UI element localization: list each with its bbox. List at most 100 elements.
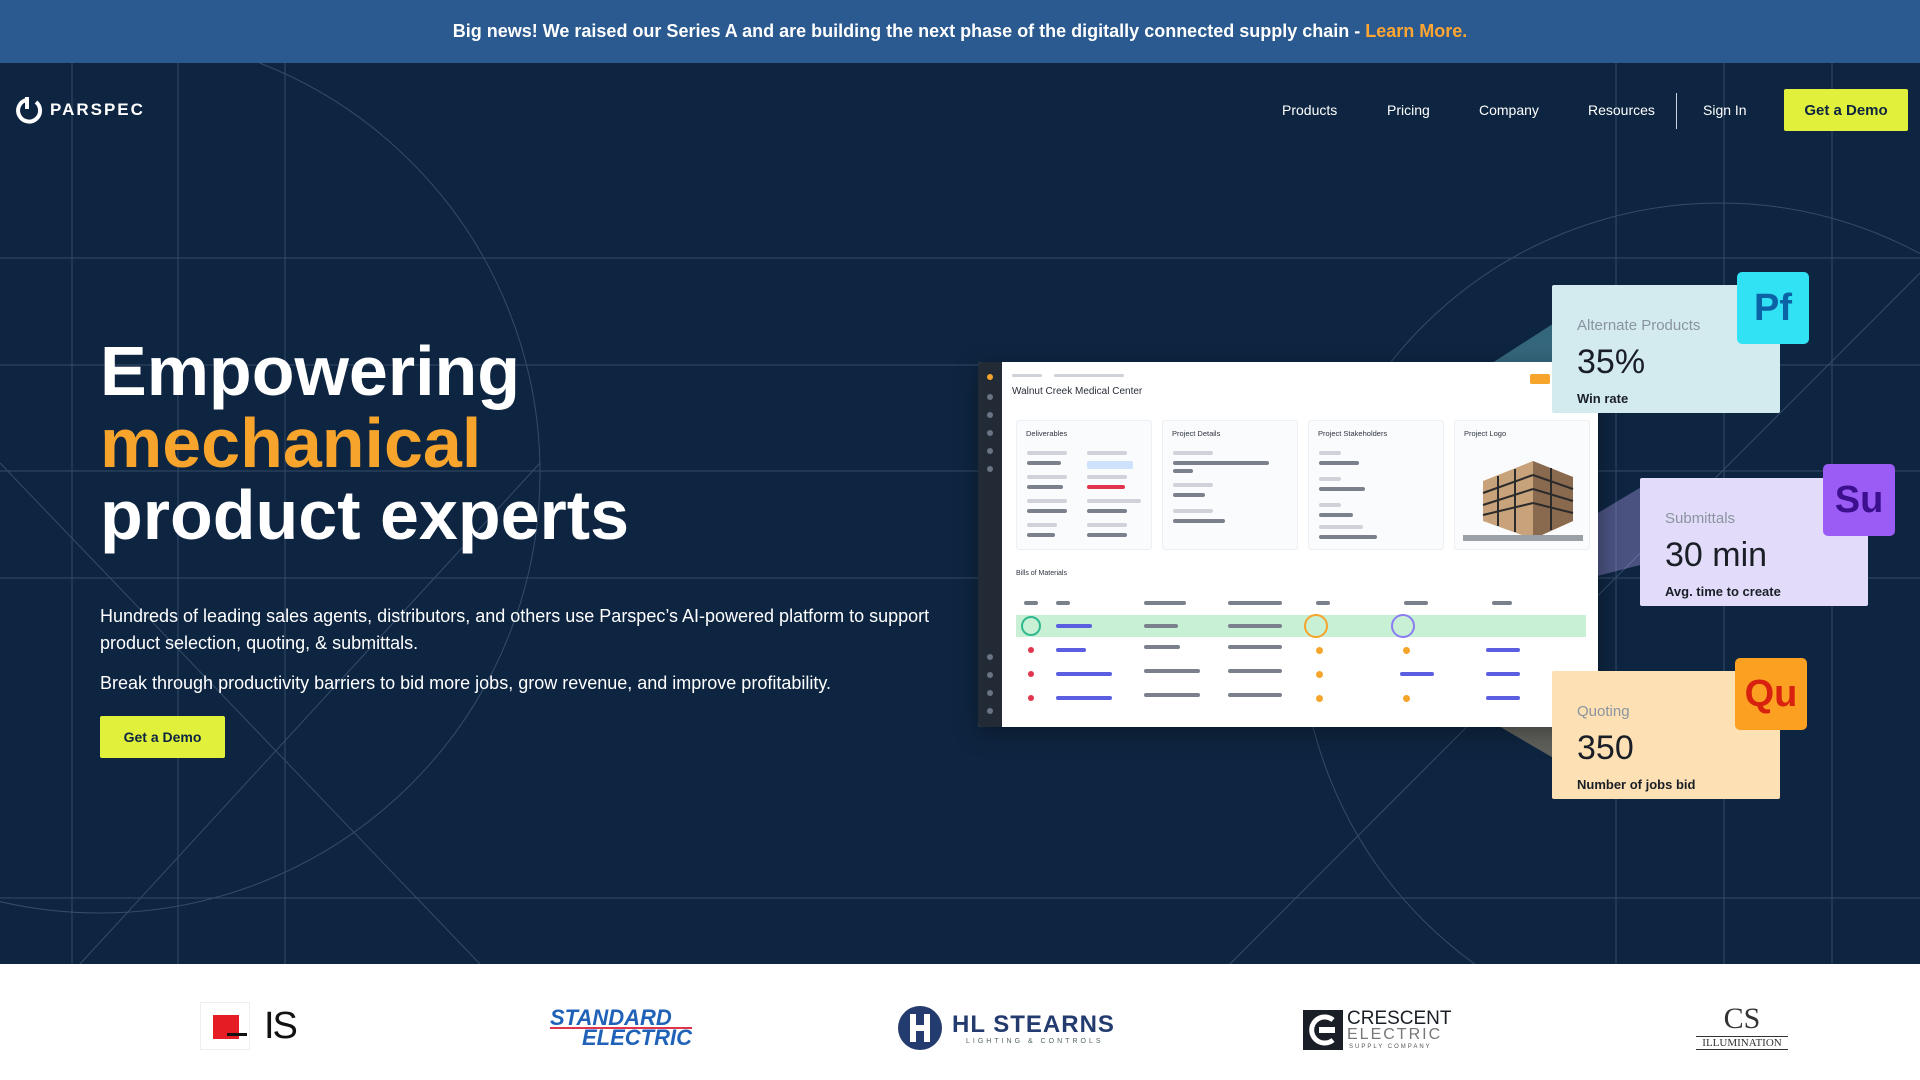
dashboard-preview: Walnut Creek Medical Center Deliverables… (978, 362, 1598, 727)
standard-electric-logo: STANDARD ELECTRIC (550, 1007, 692, 1050)
placeholder-bar (1087, 523, 1127, 527)
beam-overlay (1088, 318, 1648, 763)
stat-desc: Avg. time to create (1665, 584, 1781, 599)
hl-stearns-mark-icon (898, 1006, 942, 1050)
placeholder-bar (1228, 669, 1282, 673)
electric-text: ELECTRIC (582, 1025, 692, 1050)
card-title: Project Logo (1464, 429, 1507, 438)
placeholder-bar (1027, 533, 1055, 537)
placeholder-bar (1027, 523, 1057, 527)
placeholder-bar (1027, 499, 1067, 503)
card-project-logo[interactable]: Project Logo (1454, 420, 1590, 550)
placeholder-bar (1087, 451, 1127, 455)
placeholder-bar (1027, 461, 1061, 465)
dashboard-sidebar (978, 362, 1002, 727)
cs-text: CS (1723, 1002, 1761, 1035)
cs-illumination-logo: CS ILLUMINATION (1696, 1004, 1788, 1052)
hl-stearns-text: HL STEARNS (952, 1011, 1115, 1038)
bom-row[interactable] (1016, 687, 1586, 709)
stat-value: 35% (1577, 343, 1646, 381)
row-select-icon (1021, 616, 1041, 636)
placeholder-bar (1319, 525, 1363, 529)
placeholder-bar (1144, 645, 1180, 649)
rail-dot (987, 708, 993, 714)
crescent-sub-text: SUPPLY COMPANY (1349, 1044, 1432, 1050)
placeholder-bar (1228, 624, 1282, 628)
hl-stearns-subtext: LIGHTING & CONTROLS (966, 1038, 1104, 1045)
bom-row[interactable] (1016, 639, 1586, 661)
placeholder-bar (1228, 693, 1282, 697)
status-dot (1028, 647, 1034, 653)
placeholder-bar (1173, 509, 1213, 513)
status-dot (1316, 647, 1323, 654)
hero-section: PARSPEC Products Pricing Company Resourc… (0, 63, 1920, 964)
placeholder-bar (1319, 535, 1377, 539)
placeholder-bar (1319, 461, 1359, 465)
placeholder-bar (1027, 451, 1067, 455)
building-image (1463, 461, 1583, 541)
placeholder-chip (1087, 461, 1133, 469)
stat-label: Submittals (1665, 510, 1736, 527)
card-title: Deliverables (1026, 429, 1068, 438)
placeholder-bar (1319, 477, 1341, 481)
rail-dot (987, 430, 993, 436)
placeholder-bar (1404, 601, 1428, 605)
announcement-text: Big news! We raised our Series A and are… (452, 21, 1361, 41)
bom-row[interactable] (1016, 663, 1586, 685)
card-project-stakeholders[interactable]: Project Stakeholders (1308, 420, 1444, 550)
rail-dot (987, 394, 993, 400)
placeholder-bar (1486, 696, 1520, 700)
placeholder-bar (1228, 645, 1282, 649)
rail-dot (987, 654, 993, 660)
placeholder-bar (1319, 487, 1365, 491)
ies-logo: IS (200, 1002, 298, 1050)
placeholder-bar (1486, 672, 1520, 676)
placeholder-bar (1087, 533, 1127, 537)
ies-logo-mark (200, 1002, 250, 1050)
learn-more-link[interactable]: Learn More. (1365, 21, 1467, 42)
placeholder-bar (1027, 509, 1067, 513)
status-dot (1403, 695, 1410, 702)
placeholder-bar-red (1087, 485, 1125, 489)
rail-logo-icon (987, 374, 993, 380)
crescent-electric-logo: CRESCENT ELECTRIC SUPPLY COMPANY (1303, 1008, 1452, 1052)
placeholder-bar (1056, 672, 1112, 676)
placeholder-bar (1087, 499, 1141, 503)
placeholder-bar (1056, 696, 1112, 700)
placeholder-bar (1316, 601, 1330, 605)
breadcrumb-placeholder (1012, 374, 1042, 377)
placeholder-bar (1319, 503, 1341, 507)
hl-stearns-logo: HL STEARNS LIGHTING & CONTROLS (896, 1004, 1114, 1052)
bom-row-highlighted[interactable] (1016, 614, 1586, 638)
status-dot (1316, 695, 1323, 702)
placeholder-bar (1492, 601, 1512, 605)
bom-label: Bills of Materials (1016, 570, 1067, 577)
placeholder-bar (1173, 451, 1213, 455)
card-project-details[interactable]: Project Details (1162, 420, 1298, 550)
placeholder-bar (1486, 648, 1520, 652)
placeholder-bar (1144, 624, 1178, 628)
placeholder-bar (1144, 601, 1186, 605)
stat-value: 30 min (1665, 536, 1768, 574)
placeholder-bar (1024, 601, 1038, 605)
stat-label: Quoting (1577, 703, 1630, 720)
placeholder-bar (1319, 513, 1353, 517)
card-deliverables[interactable]: Deliverables (1016, 420, 1152, 550)
rail-dot (987, 672, 993, 678)
status-dot (1403, 647, 1410, 654)
customer-logos: IS STANDARD ELECTRIC HL STEARNS LIGHTING… (0, 964, 1920, 1080)
breadcrumb-placeholder (1054, 374, 1124, 377)
placeholder-bar (1319, 451, 1341, 455)
placeholder-bar (1400, 672, 1434, 676)
qu-badge-icon: Qu (1735, 658, 1807, 730)
bom-header-row (1016, 592, 1586, 614)
ies-logo-text: IS (264, 1004, 298, 1047)
rail-dot (987, 690, 993, 696)
rail-dot (987, 466, 993, 472)
su-badge-icon: Su (1823, 464, 1895, 536)
card-title: Project Stakeholders (1318, 429, 1388, 438)
placeholder-bar (1173, 519, 1225, 523)
placeholder-bar (1056, 648, 1086, 652)
placeholder-bar (1173, 469, 1193, 473)
card-title: Project Details (1172, 429, 1221, 438)
